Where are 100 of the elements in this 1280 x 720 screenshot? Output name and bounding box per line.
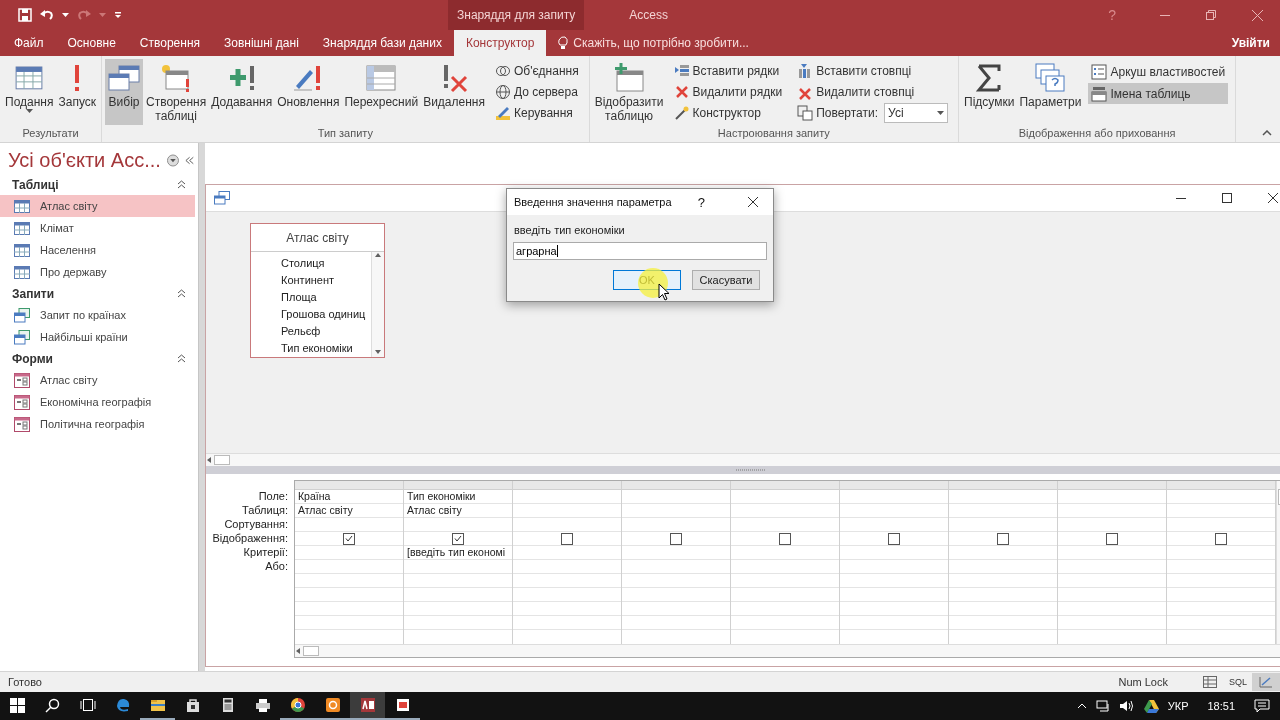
scroll-thumb[interactable] <box>214 455 230 465</box>
network-icon[interactable] <box>1095 700 1110 712</box>
help-button[interactable]: ? <box>697 194 705 210</box>
field-name[interactable]: Столиця <box>281 255 371 272</box>
dropdown-field[interactable]: Усі <box>884 103 949 123</box>
clock[interactable]: 18:51 <box>1207 700 1235 712</box>
notifications-icon[interactable] <box>1254 699 1270 713</box>
column-selector[interactable] <box>404 481 512 490</box>
customize-icon[interactable] <box>114 11 122 19</box>
dropdown-icon[interactable] <box>166 154 179 167</box>
collapse-icon[interactable] <box>177 288 186 298</box>
ribbon-tab[interactable]: Знаряддя бази даних <box>310 30 454 56</box>
ribbon-tab[interactable]: Основне <box>55 30 128 56</box>
ribbon-button[interactable]: Об'єднання <box>491 61 582 81</box>
ribbon-button[interactable]: Оновлення <box>275 59 342 125</box>
language-indicator[interactable]: УКР <box>1167 700 1189 712</box>
ribbon-button[interactable]: Конструктор <box>670 103 786 123</box>
field-name[interactable]: Площа <box>281 289 371 306</box>
arrow-icon[interactable] <box>206 456 214 464</box>
collapse-pane-icon[interactable] <box>184 156 194 165</box>
ribbon-button[interactable]: Створення таблиці <box>144 59 209 125</box>
nav-item[interactable]: Населення <box>0 239 195 261</box>
tell-me-field[interactable]: Скажіть, що потрібно зробити... <box>558 30 1222 56</box>
ribbon-button[interactable]: Вставити рядки <box>670 61 786 81</box>
collapse-icon[interactable] <box>177 353 186 363</box>
nav-item[interactable]: Економічна географія <box>0 391 195 413</box>
scroll-thumb[interactable] <box>303 646 319 656</box>
column-selector[interactable] <box>731 481 839 490</box>
ribbon-button[interactable]: Параметри <box>1017 59 1084 125</box>
field-name[interactable]: Рельєф <box>281 323 371 340</box>
ribbon-button[interactable]: Подання <box>3 59 56 125</box>
database-app-icon[interactable] <box>359 697 376 713</box>
grid-cell[interactable]: Атлас світу <box>404 504 512 518</box>
view-button[interactable] <box>1252 673 1280 691</box>
checkbox[interactable] <box>343 532 355 545</box>
nav-item[interactable]: Запит по країнах <box>0 304 195 326</box>
checkbox[interactable] <box>888 532 900 545</box>
ribbon-button[interactable]: Видалити рядки <box>670 82 786 102</box>
column-selector[interactable] <box>622 481 730 490</box>
checkbox[interactable] <box>1215 532 1227 545</box>
scrollbar[interactable] <box>371 252 384 357</box>
scrollbar[interactable] <box>206 453 1280 466</box>
checkbox[interactable] <box>561 532 573 545</box>
chevron-up-icon[interactable] <box>1076 703 1087 709</box>
circle-logo-icon[interactable] <box>289 697 306 713</box>
volume-icon[interactable] <box>1118 700 1135 712</box>
checkbox[interactable] <box>670 532 682 545</box>
column-selector[interactable] <box>513 481 621 490</box>
checkbox[interactable] <box>779 532 791 545</box>
dialog-button[interactable]: Скасувати <box>692 270 760 290</box>
ribbon-tab[interactable]: Файл <box>2 30 56 56</box>
collapse-icon[interactable] <box>177 179 186 189</box>
column-selector[interactable] <box>1058 481 1166 490</box>
grid-cell[interactable]: Атлас світу <box>295 504 403 518</box>
nav-item[interactable]: Про державу <box>0 261 195 283</box>
nav-item[interactable]: Атлас світу <box>0 195 195 217</box>
ribbon-button[interactable]: Вибір <box>105 59 143 125</box>
arrow-icon[interactable] <box>374 252 382 260</box>
view-button[interactable]: SQL <box>1224 673 1252 691</box>
ribbon-button[interactable]: Видалення <box>421 59 487 125</box>
column-selector[interactable] <box>295 481 403 490</box>
checkbox[interactable] <box>1106 532 1118 545</box>
ribbon-button[interactable]: Запуск <box>56 59 98 125</box>
nav-item[interactable]: Політична географія <box>0 413 195 435</box>
document-app-icon[interactable] <box>394 697 411 713</box>
checkbox[interactable] <box>997 532 1009 545</box>
nav-item[interactable]: Найбільші країни <box>0 326 195 348</box>
nav-item[interactable]: Клімат <box>0 217 195 239</box>
ribbon-button[interactable]: Видалити стовпці <box>794 82 952 102</box>
drive-icon[interactable] <box>1143 699 1159 713</box>
undo-icon[interactable] <box>40 9 54 21</box>
input-field[interactable]: аграрна <box>513 242 767 260</box>
grid-cell[interactable]: [введіть тип економі <box>404 546 512 560</box>
browser-icon[interactable] <box>114 697 131 713</box>
grid-cell[interactable]: Тип економіки <box>404 490 512 504</box>
collapse-ribbon-icon[interactable] <box>1262 130 1272 136</box>
folder-icon[interactable] <box>149 697 166 713</box>
redo-icon[interactable] <box>77 9 91 21</box>
taskbar-app[interactable] <box>350 692 385 720</box>
arrow-icon[interactable] <box>295 647 303 655</box>
ribbon-button[interactable]: Додавання <box>209 59 275 125</box>
ribbon-button[interactable]: Імена таблиць <box>1088 83 1229 104</box>
shopping-bag-icon[interactable] <box>184 697 201 713</box>
ribbon-button[interactable]: Вставити стовпці <box>794 61 952 81</box>
ribbon-button[interactable]: Перехресний <box>342 59 421 125</box>
sign-in-link[interactable]: Увійти <box>1221 30 1280 56</box>
column-selector[interactable] <box>1167 481 1275 490</box>
app-icon[interactable] <box>324 697 341 713</box>
ribbon-tab[interactable]: Створення <box>127 30 212 56</box>
ribbon-button[interactable]: Аркуш властивостей <box>1088 61 1229 82</box>
save-icon[interactable] <box>18 8 32 22</box>
ribbon-button[interactable]: Відобразити таблицю <box>592 59 666 125</box>
field-name[interactable]: Тип економіки <box>281 340 371 357</box>
field-name[interactable]: Континент <box>281 272 371 289</box>
nav-item[interactable]: Атлас світу <box>0 369 195 391</box>
field-name[interactable]: Грошова одиниц <box>281 306 371 323</box>
printer-icon[interactable] <box>254 697 271 713</box>
scrollbar[interactable] <box>295 644 1280 657</box>
ribbon-tab[interactable]: Конструктор <box>453 30 547 56</box>
column-selector[interactable] <box>949 481 1057 490</box>
